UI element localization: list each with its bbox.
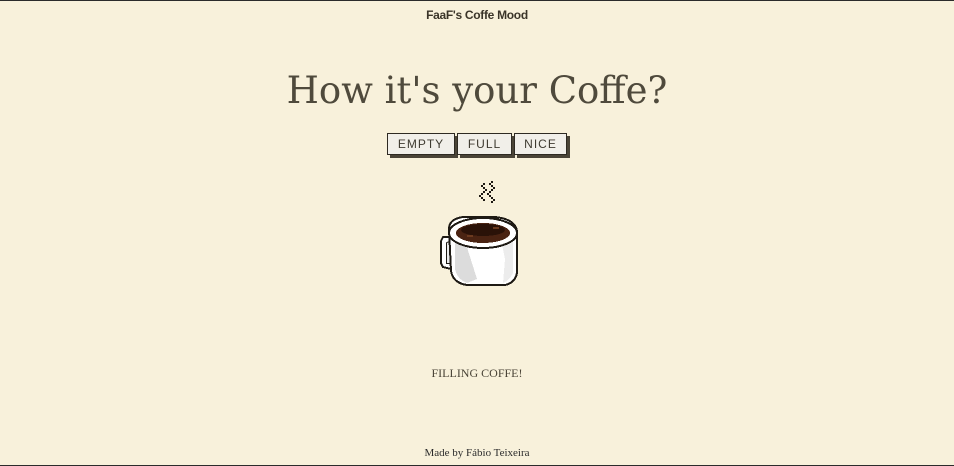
footer-credit: Made by Fábio Teixeira [424, 447, 530, 459]
coffee-cup-illustration [437, 179, 521, 289]
page-title: How it's your Coffe? [286, 69, 668, 112]
full-button[interactable]: FULL [457, 133, 512, 155]
steam-icon [479, 181, 495, 203]
empty-button[interactable]: EMPTY [387, 133, 455, 155]
nice-button[interactable]: NICE [514, 133, 567, 155]
site-title: FaaF's Coffe Mood [426, 8, 528, 22]
status-message: FILLING COFFE! [431, 366, 523, 380]
coffee-cup-icon [440, 181, 518, 286]
mood-button-group: EMPTY FULL NICE [0, 133, 954, 155]
